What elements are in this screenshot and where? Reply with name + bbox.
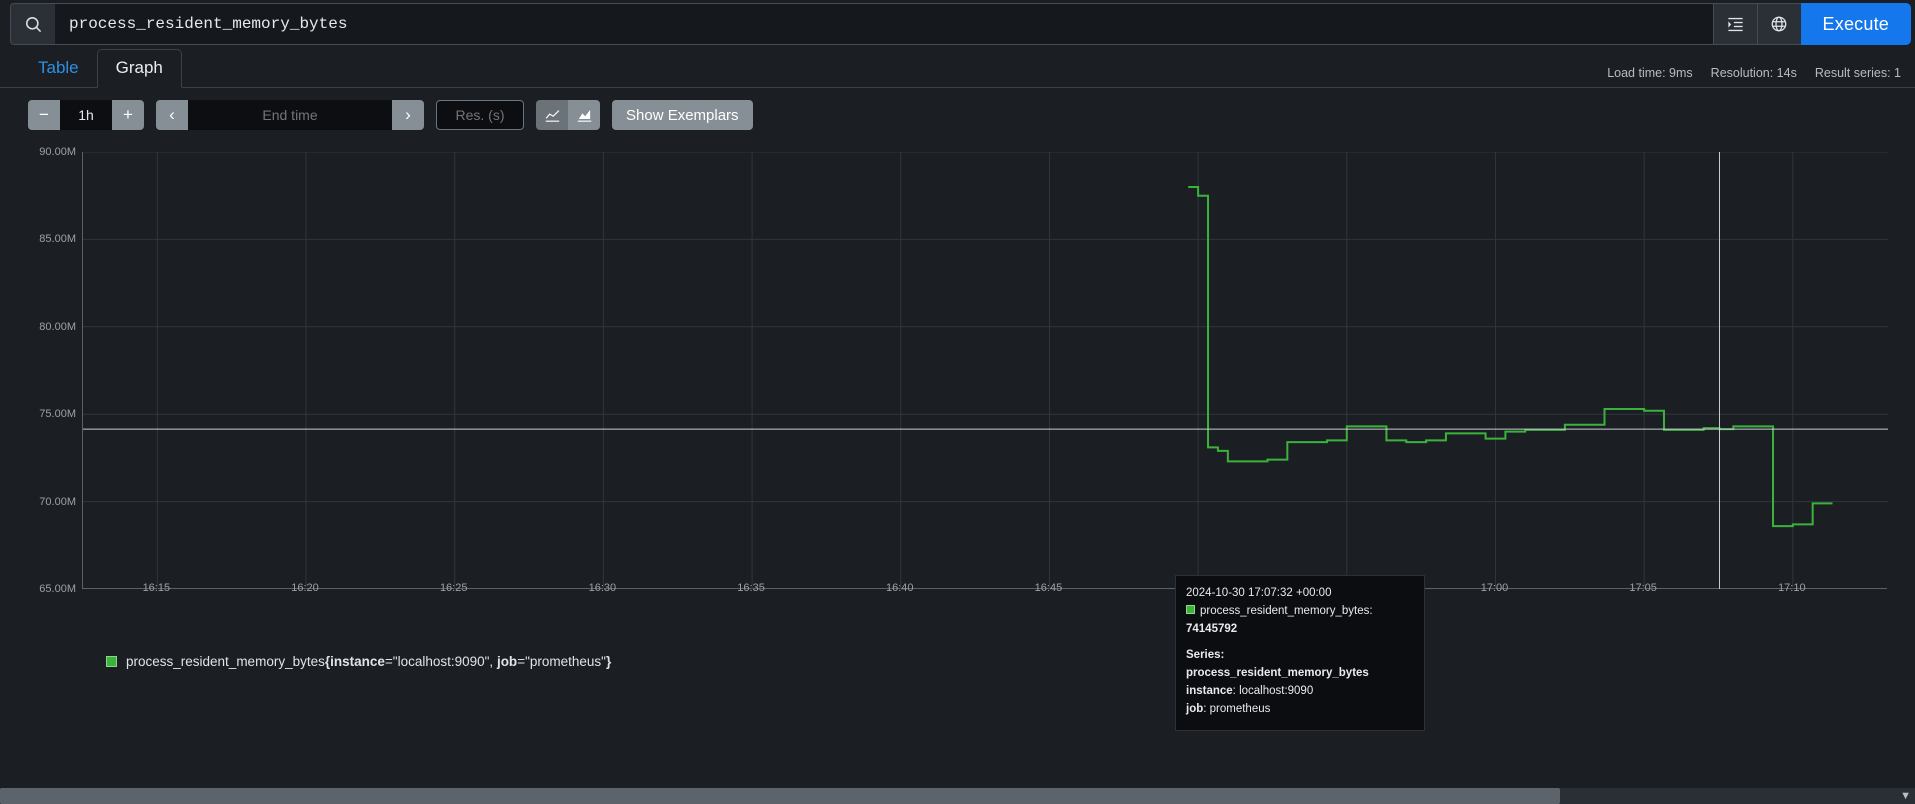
legend-close-brace: } <box>605 654 612 669</box>
graph-controls-toolbar: − + ‹ › Show Exemplars <box>0 88 1915 140</box>
show-exemplars-button[interactable]: Show Exemplars <box>612 100 753 130</box>
query-stats: Load time: 9ms Resolution: 14s Result se… <box>1607 66 1901 80</box>
result-series: Result series: 1 <box>1814 66 1901 80</box>
graph-legend: process_resident_memory_bytes{instance="… <box>10 640 1915 669</box>
tab-graph[interactable]: Graph <box>96 49 182 88</box>
plot-region[interactable] <box>82 151 1888 589</box>
stacked-area-chart-icon[interactable] <box>568 100 600 130</box>
x-axis-tick: 16:25 <box>439 582 468 594</box>
search-icon <box>10 3 55 45</box>
x-axis-tick: 17:05 <box>1629 582 1657 594</box>
resolution-input[interactable] <box>436 100 524 130</box>
y-axis-tick: 85.00M <box>39 233 76 246</box>
tooltip-timestamp: 2024-10-30 17:07:32 +00:00 <box>1186 587 1332 599</box>
legend-instance-value: ="localhost:9090", <box>384 654 497 669</box>
next-time-button[interactable]: › <box>392 100 424 130</box>
resolution-stat: Resolution: 14s <box>1710 66 1797 80</box>
legend-instance-key: instance <box>330 654 385 669</box>
tooltip-label-job: job: prometheus <box>1186 701 1414 719</box>
tooltip-label-instance: instance: localhost:9090 <box>1186 683 1414 701</box>
legend-swatch <box>106 656 117 667</box>
graph-area: 90.00M 85.00M 80.00M 75.00M 70.00M 65.00M 16:… <box>0 140 1915 731</box>
y-axis-tick: 80.00M <box>39 320 76 333</box>
tooltip-series-swatch <box>1186 604 1195 614</box>
tooltip-label-instance-key: instance <box>1186 685 1233 698</box>
x-axis-tick: 17:10 <box>1778 582 1806 594</box>
x-axis-tick: 16:45 <box>1034 582 1063 594</box>
line-chart-icon[interactable] <box>536 100 568 130</box>
range-stepper: − + <box>28 100 144 130</box>
end-time-group: ‹ › <box>156 100 424 130</box>
decrease-range-button[interactable]: − <box>28 100 60 130</box>
y-axis-tick: 90.00M <box>39 146 76 158</box>
query-input[interactable] <box>55 3 1713 45</box>
series-plot <box>83 151 1888 589</box>
x-axis-tick: 17:00 <box>1480 582 1509 594</box>
tooltip-metric-name: process_resident_memory_bytes: <box>1200 604 1373 617</box>
tooltip-label-job-key: job <box>1186 702 1204 715</box>
x-axis-tick: 16:40 <box>885 582 914 594</box>
legend-metric: process_resident_memory_bytes <box>126 654 325 669</box>
tooltip-value: 74145792 <box>1186 622 1238 635</box>
x-axis-tick: 16:20 <box>291 582 319 594</box>
tooltip-series-heading: Series: <box>1186 649 1225 662</box>
legend-job-key: job <box>496 654 518 669</box>
range-input[interactable] <box>60 100 112 130</box>
legend-job-value: ="prometheus" <box>517 654 606 669</box>
chart-type-toggle <box>536 100 600 130</box>
increase-range-button[interactable]: + <box>112 100 144 130</box>
x-axis-tick: 16:30 <box>588 582 617 594</box>
x-axis-tick: 16:15 <box>142 582 171 594</box>
y-axis-tick: 70.00M <box>39 495 76 508</box>
globe-icon[interactable] <box>1756 3 1801 45</box>
scroll-down-arrow-icon[interactable]: ▼ <box>1900 790 1911 802</box>
tab-table[interactable]: Table <box>20 50 97 87</box>
graph-tooltip: 2024-10-30 17:07:32 +00:00 process_resid… <box>1175 575 1425 731</box>
tab-row: Table Graph Load time: 9ms Resolution: 1… <box>0 45 1915 88</box>
y-axis-tick: 75.00M <box>39 408 76 421</box>
y-axis-tick: 65.00M <box>39 583 76 595</box>
scrollbar-thumb[interactable] <box>0 788 1560 804</box>
query-bar: Execute <box>0 0 1915 45</box>
x-axis-tick: 16:35 <box>737 582 765 594</box>
tooltip-value-row: process_resident_memory_bytes: 74145792 <box>1186 603 1414 639</box>
previous-time-button[interactable]: ‹ <box>156 100 188 130</box>
tooltip-series-metric: process_resident_memory_bytes <box>1186 667 1369 680</box>
graph-canvas[interactable]: 90.00M 85.00M 80.00M 75.00M 70.00M 65.00M 16:… <box>10 140 1905 731</box>
end-time-input[interactable] <box>188 100 392 130</box>
tooltip-label-job-value: prometheus <box>1209 702 1271 715</box>
legend-label[interactable]: process_resident_memory_bytes{instance="… <box>126 654 611 669</box>
load-time: Load time: 9ms <box>1607 66 1693 80</box>
tooltip-label-instance-value: localhost:9090 <box>1239 685 1314 698</box>
format-indent-icon[interactable] <box>1712 3 1757 45</box>
execute-button[interactable]: Execute <box>1800 3 1911 45</box>
horizontal-scrollbar[interactable]: ▼ <box>0 788 1915 804</box>
